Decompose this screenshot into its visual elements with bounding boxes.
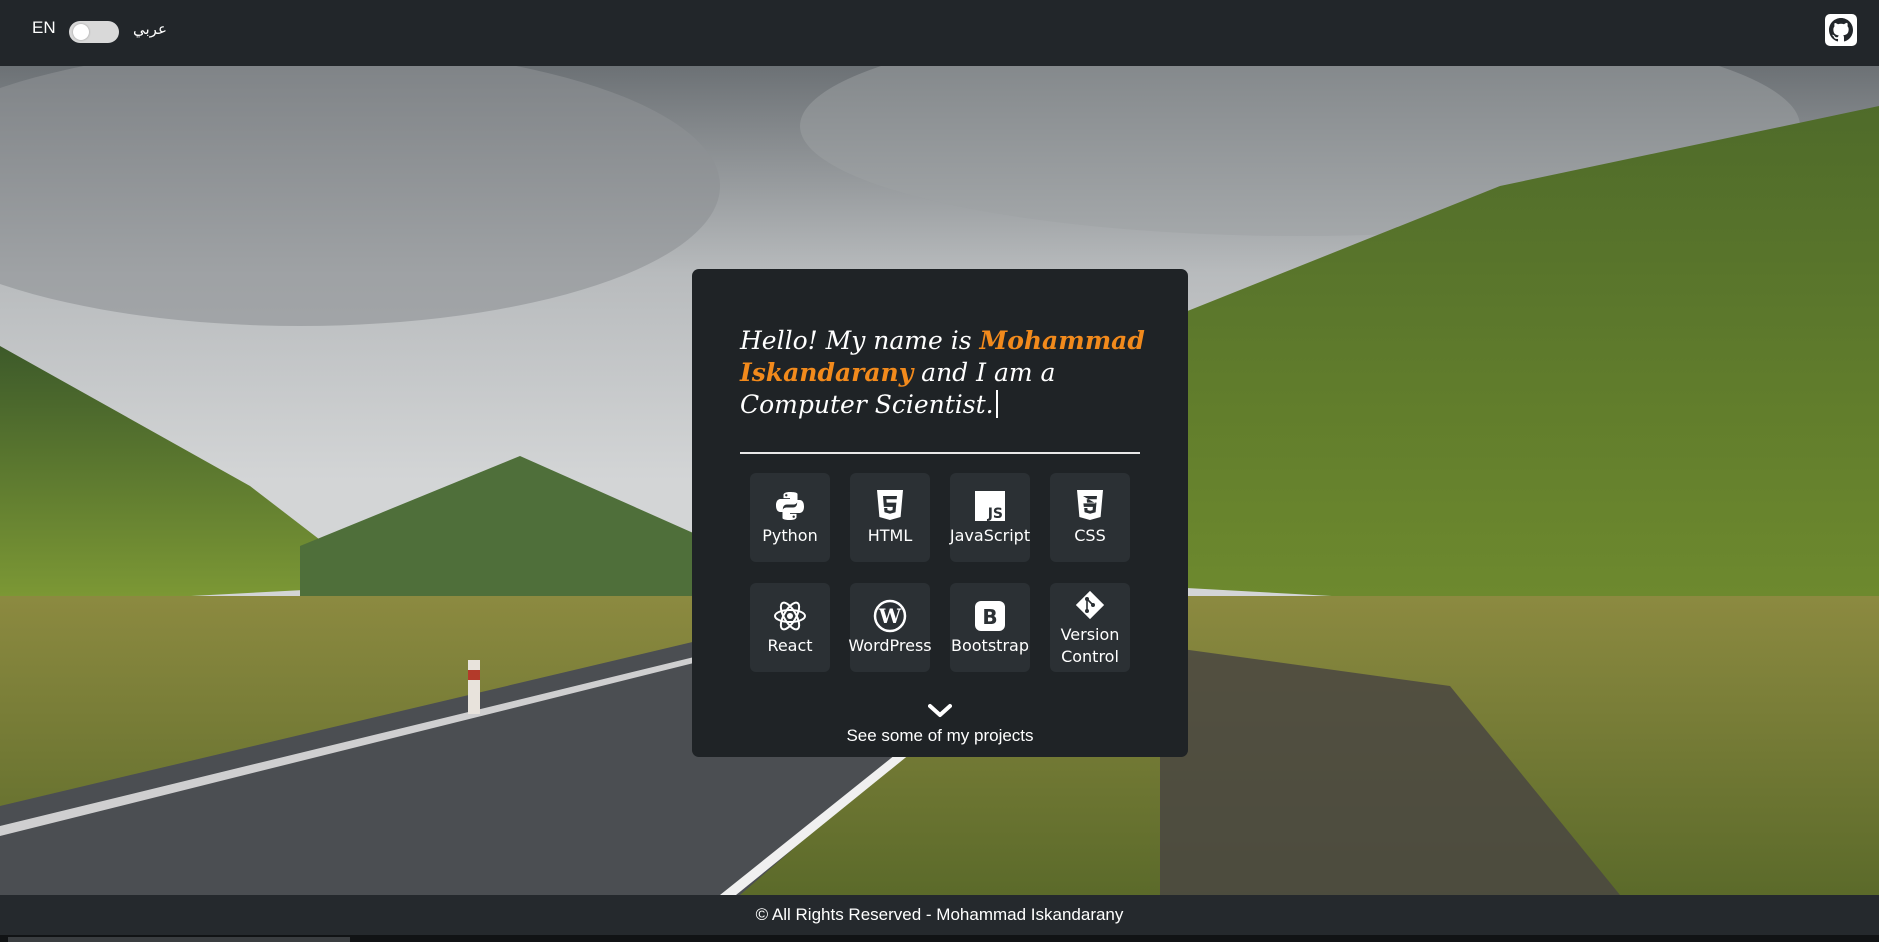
- scrollbar-thumb[interactable]: [8, 937, 350, 942]
- react-icon: [774, 601, 806, 630]
- python-icon: [776, 491, 804, 520]
- footer-copyright: © All Rights Reserved - Mohammad Iskanda…: [0, 895, 1879, 935]
- git-icon: [1075, 590, 1105, 619]
- chevron-down-icon[interactable]: [928, 703, 952, 719]
- skill-javascript: JS JavaScript: [950, 473, 1030, 562]
- skill-bootstrap: B Bootstrap: [950, 583, 1030, 672]
- horizontal-scrollbar[interactable]: [0, 935, 1879, 942]
- svg-text:JS: JS: [987, 506, 1003, 522]
- skill-label: Version Control: [1060, 624, 1120, 666]
- svg-text:W: W: [878, 604, 902, 628]
- skill-python: Python: [750, 473, 830, 562]
- skill-label: CSS: [1074, 525, 1106, 545]
- skill-label: WordPress: [848, 635, 932, 655]
- skills-grid: Python HTML JS JavaScript CSS React W Wo…: [750, 473, 1140, 672]
- html5-icon: [877, 489, 903, 520]
- skill-wordpress: W WordPress: [848, 583, 932, 672]
- css3-icon: [1077, 489, 1103, 520]
- toggle-knob: [73, 24, 89, 40]
- intro-text: Hello! My name is Mohammad Iskandarany a…: [740, 325, 1150, 421]
- typing-caret: [995, 390, 998, 418]
- skill-label: React: [767, 635, 813, 655]
- skill-version-control: Version Control: [1050, 583, 1130, 672]
- divider: [740, 452, 1140, 454]
- js-icon: JS: [975, 490, 1005, 522]
- language-label-en: EN: [32, 18, 56, 37]
- skill-label: HTML: [867, 525, 913, 545]
- wordpress-icon: W: [873, 599, 907, 632]
- projects-link[interactable]: See some of my projects: [692, 726, 1188, 746]
- hero-background: Hello! My name is Mohammad Iskandarany a…: [0, 66, 1879, 895]
- language-toggle[interactable]: [69, 21, 119, 43]
- skill-css: CSS: [1050, 473, 1130, 562]
- skill-react: React: [750, 583, 830, 672]
- skill-label: Bootstrap: [951, 635, 1029, 655]
- language-label-ar: عربي: [133, 21, 167, 38]
- skill-label: JavaScript: [949, 525, 1031, 545]
- skill-label: Python: [762, 525, 818, 545]
- github-link[interactable]: [1825, 14, 1857, 46]
- skill-html: HTML: [850, 473, 930, 562]
- intro-card: Hello! My name is Mohammad Iskandarany a…: [692, 269, 1188, 757]
- bootstrap-icon: B: [975, 600, 1005, 631]
- intro-prefix: Hello! My name is: [740, 326, 980, 355]
- github-icon: [1829, 18, 1853, 42]
- top-navbar: EN عربي: [0, 0, 1879, 66]
- svg-text:B: B: [982, 605, 997, 629]
